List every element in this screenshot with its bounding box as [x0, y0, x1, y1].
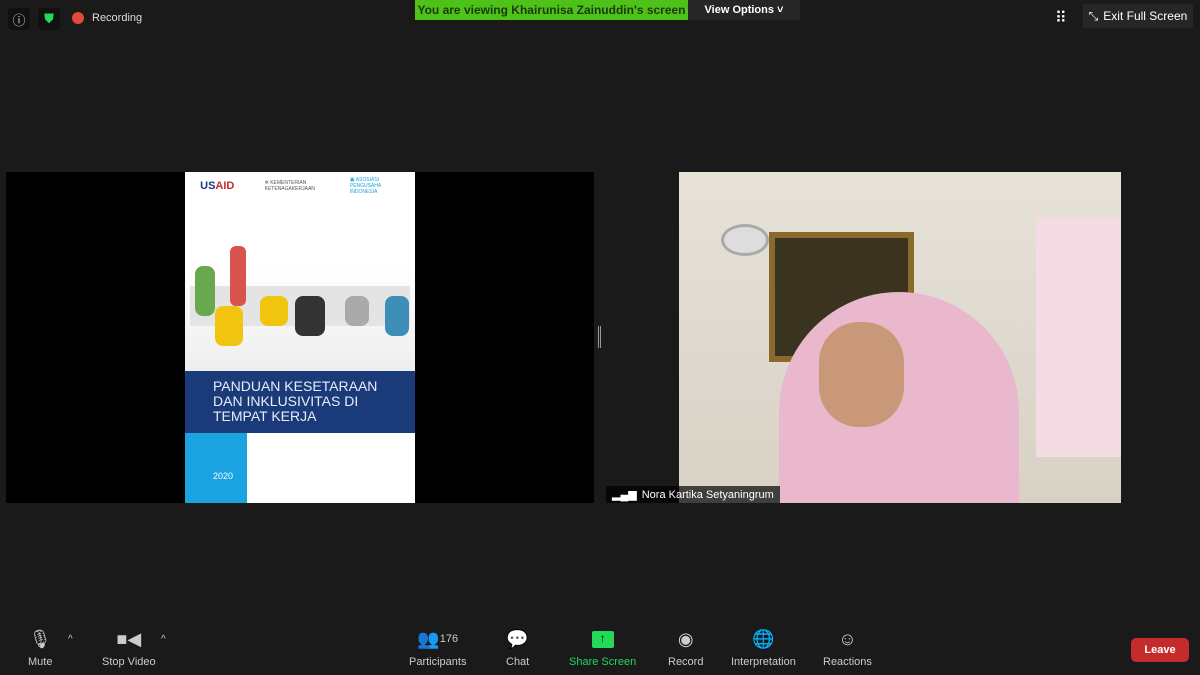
interpretation-button[interactable]: 🌐 Interpretation — [731, 628, 796, 669]
apindo-logo: ▣ ASOSIASI PENGUSAHA INDONESIA — [349, 177, 381, 195]
record-label: Record — [668, 656, 704, 668]
participant-face — [819, 322, 904, 427]
share-screen-icon: ↑ — [591, 630, 614, 648]
participants-button[interactable]: 👥 176 Participants — [409, 628, 467, 669]
recording-label: Recording — [92, 12, 143, 24]
view-options-label: View Options — [704, 4, 774, 16]
participants-label: Participants — [409, 656, 467, 668]
info-icon[interactable]: ⓘ — [8, 8, 30, 30]
wall-clock — [721, 224, 769, 256]
kemnaker-logo: ✲ KEMENTERIAN KETENAGAKERJAAN — [264, 180, 315, 192]
chat-icon: 💬 — [506, 628, 529, 649]
share-screen-button[interactable]: ↑ Share Screen — [569, 628, 636, 668]
gallery-grid-icon[interactable]: ⠿ — [1055, 8, 1067, 28]
reactions-button[interactable]: ☺ Reactions — [823, 628, 872, 669]
splitter-handle[interactable] — [598, 326, 601, 348]
participant-video — [679, 172, 1121, 503]
document-title: PANDUAN KESETARAAN DAN INKLUSIVITAS DI T… — [185, 371, 415, 433]
exit-fullscreen-icon: ⤡ — [1088, 8, 1099, 23]
participant-name-tag: ▂▄▆ Nora Kartika Setyaningrum — [606, 486, 780, 503]
chat-button[interactable]: 💬 Chat — [506, 628, 530, 669]
record-button[interactable]: ◉ Record — [668, 628, 704, 669]
document-cover: USAID ✲ KEMENTERIAN KETENAGAKERJAAN ▣ AS… — [185, 172, 415, 503]
participants-icon: 👥 — [417, 628, 440, 649]
view-options-button[interactable]: View Options ˅ — [688, 0, 800, 20]
document-year: 2020 — [185, 433, 247, 503]
smiley-icon: ☺ — [838, 628, 857, 649]
exit-fullscreen-label: Exit Full Screen — [1103, 9, 1188, 23]
meeting-illustration — [185, 196, 415, 371]
recording-icon — [72, 12, 84, 24]
interpretation-label: Interpretation — [731, 656, 796, 668]
viewing-banner: You are viewing Khairunisa Zainuddin's s… — [415, 0, 688, 20]
mute-button[interactable]: 🎙 Mute — [28, 628, 53, 669]
reactions-label: Reactions — [823, 656, 872, 668]
curtain — [1036, 217, 1121, 457]
video-camera-icon: ■◀ — [116, 628, 142, 649]
leave-button[interactable]: Leave — [1131, 638, 1189, 662]
stop-video-label: Stop Video — [102, 656, 156, 668]
stop-video-button[interactable]: ■◀ Stop Video — [102, 628, 156, 669]
usaid-logo: USAID — [200, 180, 235, 192]
signal-icon: ▂▄▆ — [612, 489, 637, 501]
microphone-icon: 🎙 — [28, 628, 52, 649]
audio-options-caret[interactable]: ^ — [68, 634, 73, 645]
shield-icon[interactable]: ⛊ — [38, 8, 60, 30]
chat-label: Chat — [506, 656, 530, 668]
video-options-caret[interactable]: ^ — [161, 634, 166, 645]
record-icon: ◉ — [677, 628, 694, 649]
participant-count: 176 — [439, 633, 459, 645]
participant-name: Nora Kartika Setyaningrum — [641, 488, 774, 501]
exit-fullscreen-button[interactable]: ⤡ Exit Full Screen — [1083, 4, 1193, 28]
mute-label: Mute — [28, 656, 53, 668]
share-screen-label: Share Screen — [569, 656, 637, 668]
globe-icon: 🌐 — [752, 628, 775, 649]
